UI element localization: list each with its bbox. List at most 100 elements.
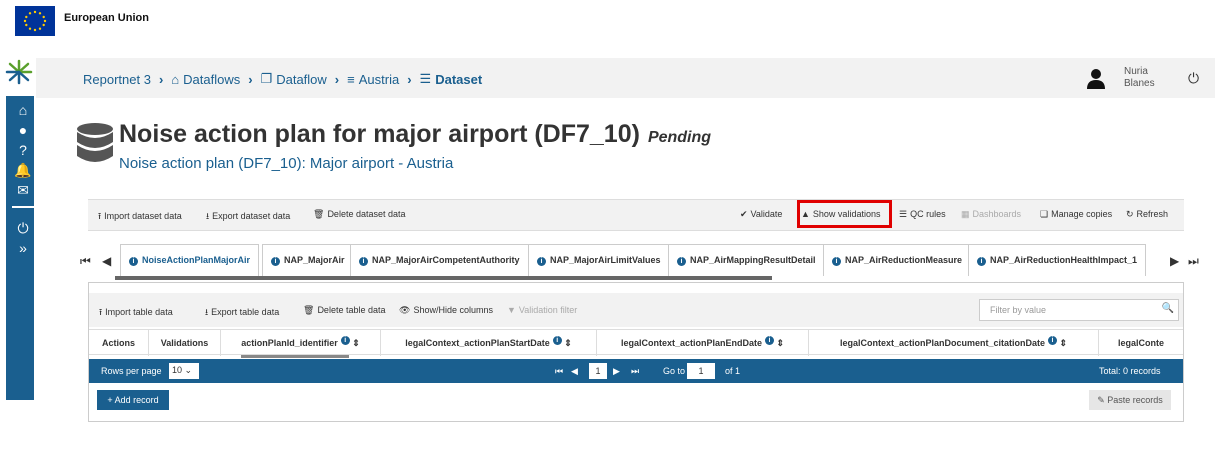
breadcrumb-reportnet[interactable]: Reportnet 3	[83, 72, 151, 87]
trash-icon: 🗑	[303, 305, 315, 315]
search-icon[interactable]: 🔍	[1162, 303, 1174, 314]
tab-nap-air-mapping-result-detail[interactable]: i NAP_AirMappingResultDetail	[668, 244, 825, 276]
delete-table-button[interactable]: 🗑 Delete table data	[303, 305, 386, 316]
table-tabs: ⏮ ◀ i NoiseActionPlanMajorAir i NAP_MajorA…	[76, 244, 1199, 278]
info-icon: i	[832, 257, 841, 266]
table-scrollbar[interactable]	[241, 355, 349, 358]
chevron-right-icon: ›	[158, 71, 164, 87]
top-header: Reportnet 3 › ⌂ Dataflows › ❐ Dataflow ›…	[36, 58, 1215, 98]
status-badge: Pending	[647, 129, 712, 146]
highlight-box	[797, 200, 892, 228]
sort-icon: ⇕	[1059, 338, 1068, 348]
refresh-button[interactable]: ↻ Refresh	[1126, 209, 1168, 220]
add-record-button[interactable]: + Add record	[97, 390, 169, 410]
sort-icon: ⇕	[776, 338, 785, 348]
sort-icon: ⇕	[352, 338, 360, 348]
download-icon: ⭳	[206, 211, 210, 221]
validation-filter-button[interactable]: ▼ Validation filter	[507, 305, 577, 315]
import-dataset-button[interactable]: ⭱ Import dataset data	[98, 209, 182, 225]
import-table-button[interactable]: ⭱ Import table data	[99, 305, 173, 321]
tab-noise-action-plan-major-air[interactable]: i NoiseActionPlanMajorAir	[120, 244, 260, 276]
eu-flag-icon	[15, 6, 55, 36]
manage-copies-button[interactable]: ❏ Manage copies	[1040, 209, 1112, 220]
dashboards-button[interactable]: ▦ Dashboards	[961, 209, 1021, 220]
page-count: of 1	[725, 366, 741, 376]
plus-icon: +	[107, 395, 113, 405]
export-table-button[interactable]: ⭳ Export table data	[205, 305, 279, 321]
chevron-right-icon: ›	[248, 71, 253, 87]
user-avatar-icon[interactable]	[1086, 67, 1106, 89]
column-header-actions: Actions	[89, 330, 149, 356]
check-circle-icon: ✔	[740, 209, 748, 219]
breadcrumb-dataset: Dataset	[435, 71, 483, 87]
breadcrumb-dataflows[interactable]: Dataflows	[183, 72, 240, 87]
column-header-validations: Validations	[149, 330, 221, 356]
prev-tab-icon[interactable]: ◀	[102, 254, 111, 268]
show-hide-columns-button[interactable]: 👁 Show/Hide columns	[399, 305, 493, 316]
first-tab-icon[interactable]: ⏮	[80, 254, 91, 269]
home-icon[interactable]: ⌂	[12, 100, 34, 120]
tab-nap-air-reduction-measure[interactable]: i NAP_AirReductionMeasure	[823, 244, 972, 276]
next-tab-icon[interactable]: ▶	[1170, 254, 1179, 268]
page-title: Noise action plan for major airport (DF7…	[119, 120, 712, 148]
filter-icon: ▼	[507, 305, 516, 315]
reportnet-logo-icon[interactable]	[5, 58, 33, 86]
sort-icon: ⇕	[564, 338, 572, 348]
feedback-icon[interactable]: ✉	[12, 180, 34, 200]
database-icon	[77, 123, 113, 162]
tabs-scrollbar[interactable]	[115, 276, 772, 280]
validate-button[interactable]: ✔ Validate	[740, 209, 782, 220]
chevron-down-icon: ⌄	[184, 365, 193, 375]
notifications-icon[interactable]: 🔔	[12, 160, 34, 180]
sidebar-divider	[12, 206, 40, 208]
chevron-right-icon: ›	[334, 71, 340, 87]
rows-per-page-select[interactable]: 10 ⌄	[169, 363, 199, 379]
clipboard-icon: ✎	[1097, 395, 1105, 405]
column-header-start-date[interactable]: legalContext_actionPlanStartDate i ⇕	[381, 330, 597, 356]
dataset-toolbar: ⭱ Import dataset data ⭳ Export dataset dat…	[88, 199, 1184, 231]
go-to-label: Go to	[663, 366, 686, 376]
info-icon: i	[129, 257, 138, 266]
qc-rules-button[interactable]: ☰ QC rules	[899, 209, 946, 220]
info-icon: i	[1047, 336, 1057, 345]
column-header-legal-context[interactable]: legalConte	[1099, 330, 1183, 356]
column-header-end-date[interactable]: legalContext_actionPlanEndDate i ⇕	[597, 330, 809, 356]
prev-page-icon[interactable]: ◀	[571, 366, 578, 377]
info-icon: i	[677, 257, 686, 266]
column-header-citation-date[interactable]: legalContext_actionPlanDocument_citation…	[809, 330, 1099, 356]
expand-sidebar-icon[interactable]: »	[12, 238, 34, 258]
eu-label: European Union	[64, 12, 149, 24]
tab-nap-major-air-competent-authority[interactable]: i NAP_MajorAirCompetentAuthority	[350, 244, 529, 276]
last-page-icon[interactable]: ⏭	[631, 366, 639, 377]
filter-by-value-input[interactable]: Filter by value 🔍	[979, 299, 1179, 321]
chart-icon: ▦	[961, 209, 970, 219]
user-name[interactable]: Nuria Blanes	[1124, 66, 1164, 90]
user-profile-icon[interactable]: ●	[12, 120, 34, 140]
info-icon: i	[764, 336, 774, 345]
breadcrumb-dataflow[interactable]: Dataflow	[276, 72, 327, 87]
page-subtitle: Noise action plan (DF7_10): Major airpor…	[119, 155, 454, 172]
tab-nap-major-air-limit-values[interactable]: i NAP_MajorAirLimitValues	[528, 244, 670, 276]
logout-icon[interactable]: ⏻	[12, 218, 34, 238]
help-icon[interactable]: ?	[12, 140, 34, 160]
eye-icon: 👁	[399, 305, 411, 315]
column-header-action-plan-id[interactable]: actionPlanId_identifier i ⇕	[221, 330, 381, 356]
first-page-icon[interactable]: ⏮	[555, 366, 563, 377]
logout-icon[interactable]: ⏻	[1188, 70, 1199, 87]
info-icon: i	[359, 257, 368, 266]
trash-icon: 🗑	[313, 209, 325, 219]
go-to-page-input[interactable]: 1	[687, 363, 715, 379]
list-icon: ☰	[899, 209, 908, 219]
tab-nap-air-reduction-health-impact[interactable]: i NAP_AirReductionHealthImpact_1	[968, 244, 1147, 276]
export-dataset-button[interactable]: ⭳ Export dataset data	[206, 209, 290, 225]
last-tab-icon[interactable]: ⏭	[1188, 254, 1199, 269]
paste-records-button[interactable]: ✎ Paste records	[1089, 390, 1171, 410]
current-page-button[interactable]: 1	[589, 363, 607, 379]
layers-icon: ≡	[347, 71, 355, 87]
next-page-icon[interactable]: ▶	[613, 366, 620, 377]
delete-dataset-button[interactable]: 🗑 Delete dataset data	[313, 209, 406, 220]
breadcrumb-country[interactable]: Austria	[359, 72, 399, 87]
tab-nap-major-air[interactable]: i NAP_MajorAir	[262, 244, 354, 276]
info-icon: i	[552, 336, 562, 345]
info-icon: i	[977, 257, 986, 266]
